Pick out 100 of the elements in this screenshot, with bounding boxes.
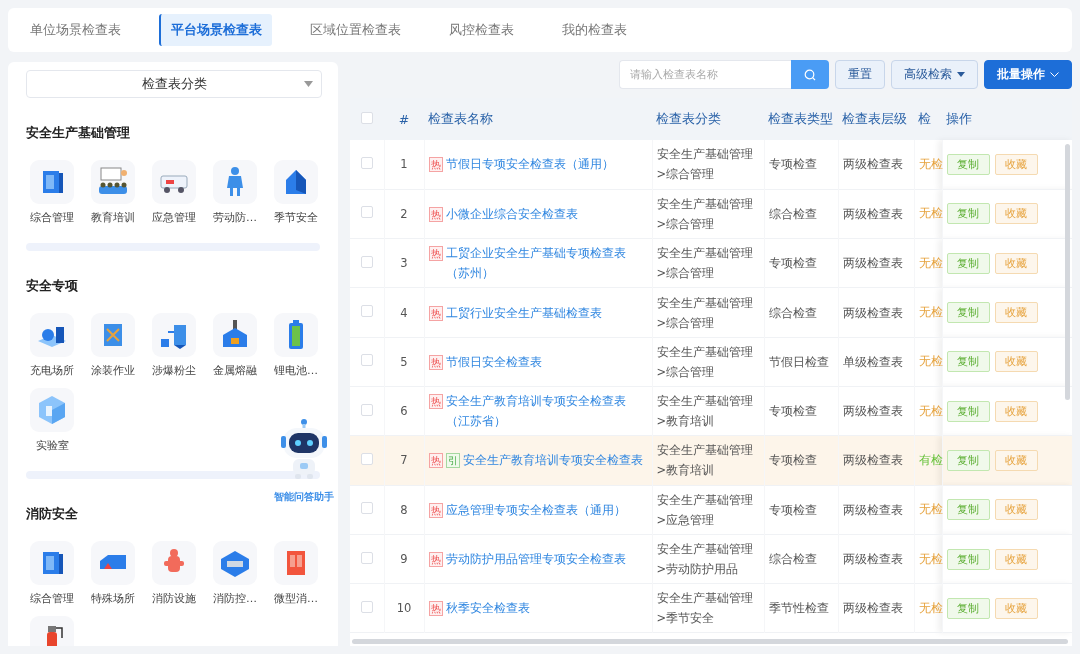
copy-button[interactable]: 复制	[946, 449, 990, 471]
checklist-link[interactable]: 节假日安全检查表	[445, 351, 542, 372]
row-number: 7	[400, 453, 408, 468]
table-row[interactable]: 2 热 小微企业综合安全检查表 安全生产基础管理>综合管理 综合检查 两级检查表 无检 复制 收藏	[350, 189, 1072, 239]
advanced-search-button[interactable]: 高级检索	[891, 60, 978, 89]
checklist-link[interactable]: 小微企业综合安全检查表	[445, 203, 578, 224]
checklist-link[interactable]: 应急管理专项安全检查表（通用）	[445, 499, 626, 520]
cabinet-icon[interactable]	[30, 160, 74, 204]
tab[interactable]: 我的检查表	[552, 14, 637, 46]
table-row[interactable]: 9 热 劳动防护用品管理专项安全检查表 安全生产基础管理>劳动防护用品 综合检查 两级检查表 无检 复制 收藏	[350, 534, 1072, 584]
column-header: 检查表分类	[656, 110, 721, 126]
tab[interactable]: 平台场景检查表	[159, 14, 272, 46]
cabinet-icon[interactable]	[30, 541, 74, 585]
table-cell-text: 专项检查	[768, 452, 818, 470]
search-field[interactable]: 请输入检查表名称	[619, 60, 791, 89]
silo-icon[interactable]	[152, 313, 196, 357]
row-checkbox[interactable]	[360, 255, 373, 268]
table-row[interactable]: 8 热 应急管理专项安全检查表（通用） 安全生产基础管理>应急管理 专项检查 两级检查表 无检 复制 收藏	[350, 485, 1072, 535]
table-row[interactable]: 7 热 引 安全生产教育培训专项安全检查表 安全生产基础管理>教育培训 专项检查 两级检查表 有检 复制 收藏	[350, 435, 1072, 486]
category-label[interactable]: 锂电池…	[274, 363, 318, 378]
worker-icon[interactable]	[213, 160, 257, 204]
category-label[interactable]: 充电场所	[30, 363, 74, 378]
checklist-link[interactable]: 安全生产教育培训专项安全检查表	[462, 450, 643, 471]
table-cell-text: 两级检查表	[842, 551, 904, 568]
locker-icon[interactable]	[274, 541, 318, 585]
row-checkbox[interactable]	[360, 206, 373, 219]
row-checkbox[interactable]	[360, 551, 373, 564]
panel-icon[interactable]	[91, 313, 135, 357]
copy-button[interactable]: 复制	[946, 252, 990, 274]
copy-button[interactable]: 复制	[946, 597, 990, 619]
reset-button[interactable]: 重置	[835, 60, 885, 89]
copy-button[interactable]: 复制	[946, 351, 990, 373]
row-checkbox[interactable]	[360, 156, 373, 169]
checklist-link[interactable]: 节假日专项安全检查表（通用）	[445, 154, 614, 175]
search-button[interactable]	[791, 60, 829, 89]
copy-button[interactable]: 复制	[946, 548, 990, 570]
category-label[interactable]: 实验室	[35, 438, 69, 453]
category-label[interactable]: 综合管理	[30, 591, 74, 606]
scrollbar[interactable]	[352, 639, 1068, 644]
table-row[interactable]: 5 热 节假日安全检查表 安全生产基础管理>综合管理 节假日检查 单级检查表 无检 复制 收藏	[350, 337, 1072, 387]
check-status: 无检	[918, 403, 943, 418]
building-icon[interactable]	[91, 541, 135, 585]
tab[interactable]: 区域位置检查表	[300, 14, 411, 46]
checklist-link[interactable]: 劳动防护用品管理专项安全检查表	[445, 549, 626, 569]
row-checkbox[interactable]	[360, 452, 373, 465]
row-checkbox[interactable]	[360, 600, 373, 613]
robot-icon[interactable]	[279, 418, 329, 480]
category-label[interactable]: 消防设施	[152, 591, 196, 606]
checklist-link[interactable]: 秋季安全检查表	[445, 598, 530, 619]
search-icon	[804, 68, 816, 81]
tag: 热	[428, 354, 443, 370]
checklist-link[interactable]: 工贸企业安全生产基础专项检查表（苏州）	[445, 243, 648, 284]
category-label[interactable]: 微型消…	[274, 591, 318, 606]
hydrant-icon[interactable]	[152, 541, 196, 585]
scrollbar[interactable]	[1065, 144, 1070, 400]
category-label[interactable]: 金属熔融	[213, 363, 257, 378]
table-row[interactable]: 1 热 节假日专项安全检查表（通用） 安全生产基础管理>综合管理 专项检查 两级检查表 无检 复制 收藏	[350, 140, 1072, 190]
table-row[interactable]: 3 热 工贸企业安全生产基础专项检查表（苏州） 安全生产基础管理>综合管理 专项检查 两级检查表 无检 复制 收藏	[350, 238, 1072, 288]
tab[interactable]: 风控检查表	[439, 14, 524, 46]
table-cell-text: 安全生产基础管理>季节安全	[656, 590, 754, 628]
row-checkbox[interactable]	[360, 502, 373, 515]
batch-button[interactable]: 批量操作	[984, 60, 1072, 89]
row-number: 2	[400, 206, 408, 221]
copy-button[interactable]: 复制	[946, 400, 990, 422]
house-icon[interactable]	[274, 160, 318, 204]
category-label[interactable]: 季节安全	[274, 210, 318, 225]
cube-icon[interactable]	[30, 388, 74, 432]
category-label[interactable]: 消防控…	[213, 591, 257, 606]
classroom-icon[interactable]	[91, 160, 135, 204]
battery-icon[interactable]	[274, 313, 318, 357]
category-select[interactable]: 检查表分类	[26, 70, 322, 98]
category-label[interactable]: 教育培训	[91, 210, 135, 225]
section-title: 安全生产基础管理	[26, 124, 131, 142]
furnace-icon[interactable]	[213, 313, 257, 357]
category-label[interactable]: 综合管理	[30, 210, 74, 225]
row-checkbox[interactable]	[360, 305, 373, 318]
category-label[interactable]: 涂装作业	[91, 363, 135, 378]
checklist-link[interactable]: 工贸行业安全生产基础检查表	[445, 302, 602, 323]
category-label[interactable]: 涉爆粉尘	[152, 363, 196, 378]
table-cell-text: 两级检查表	[842, 600, 904, 618]
category-label[interactable]: 应急管理	[152, 210, 196, 225]
ambulance-icon[interactable]	[152, 160, 196, 204]
checklist-link[interactable]: 安全生产教育培训专项安全检查表（江苏省）	[445, 391, 648, 432]
copy-button[interactable]: 复制	[946, 153, 990, 175]
table-cell-text: 两级检查表	[842, 156, 904, 174]
assistant-label[interactable]: 智能问答助手	[274, 490, 334, 504]
row-checkbox[interactable]	[360, 354, 373, 367]
tab[interactable]: 单位场景检查表	[20, 14, 131, 46]
copy-button[interactable]: 复制	[946, 302, 990, 324]
category-label[interactable]: 劳动防…	[213, 210, 257, 225]
table-row[interactable]: 6 热 安全生产教育培训专项安全检查表（江苏省） 安全生产基础管理>教育培训 专项检查 两级检查表 无检 复制 收藏	[350, 386, 1072, 436]
copy-button[interactable]: 复制	[946, 203, 990, 225]
select-all-checkbox[interactable]	[361, 111, 373, 124]
table-row[interactable]: 4 热 工贸行业安全生产基础检查表 安全生产基础管理>综合管理 综合检查 两级检查表 无检 复制 收藏	[350, 287, 1072, 338]
table-row[interactable]: 10 热 秋季安全检查表 安全生产基础管理>季节安全 季节性检查 两级检查表 无检 复制 收藏	[350, 583, 1072, 633]
table-cell-text: 专项检查	[768, 501, 818, 519]
charger-icon[interactable]	[30, 313, 74, 357]
copy-button[interactable]: 复制	[946, 499, 990, 521]
category-label[interactable]: 特殊场所	[91, 591, 135, 606]
row-checkbox[interactable]	[360, 403, 373, 416]
